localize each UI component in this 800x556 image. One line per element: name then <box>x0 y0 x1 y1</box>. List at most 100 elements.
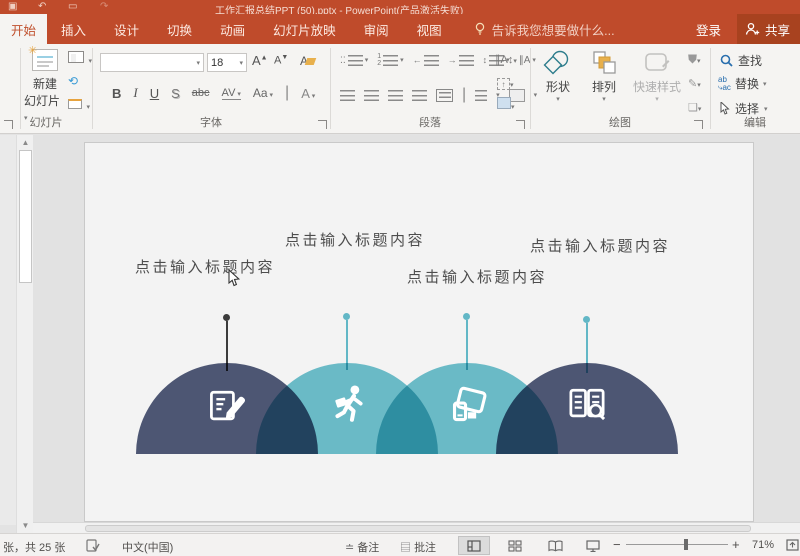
memo-pencil-icon <box>205 384 249 428</box>
horizontal-scrollbar[interactable] <box>33 522 800 533</box>
arrange-button[interactable]: 排列 ▾ <box>583 50 625 103</box>
tab-view[interactable]: 视图 <box>403 14 456 44</box>
quick-styles-button[interactable]: 快速样式 ▾ <box>630 50 684 103</box>
scrollbar-thumb[interactable] <box>19 150 32 283</box>
sign-in-button[interactable]: 登录 <box>696 20 721 39</box>
align-left-icon[interactable] <box>340 90 355 101</box>
open-book-search-icon <box>565 382 609 426</box>
grow-font-button[interactable]: A▲ <box>252 53 268 68</box>
slideshow-view-button[interactable] <box>578 536 608 555</box>
ribbon: ✳ 新建 幻灯片 ▾ ▾ ⟲ ▾ 幻灯片 ▾ 18▾ A▲ A▼ A B I U… <box>0 44 800 134</box>
share-button[interactable]: 共享 <box>737 14 800 44</box>
italic-button[interactable]: I <box>133 85 137 101</box>
paragraph-group-label: 段落 <box>330 114 530 130</box>
title-text-4[interactable]: 点击输入标题内容 <box>530 235 670 256</box>
align-center-icon[interactable] <box>364 90 379 101</box>
stem-dot-2 <box>343 313 350 320</box>
title-bar: ▣ ↶ ▭ ↷ 工作汇报总结PPT (50).pptx - PowerPoint… <box>0 0 800 14</box>
tab-review[interactable]: 审阅 <box>350 14 403 44</box>
align-options-icon[interactable]: ↑▾ <box>497 74 514 92</box>
lightbulb-icon <box>474 22 486 36</box>
spell-check-icon[interactable] <box>86 539 100 552</box>
replace-button[interactable]: ab⤷ac 替换 ▾ <box>718 75 766 92</box>
section-button[interactable]: ▾ <box>68 96 90 114</box>
convert-smartart-icon[interactable]: ▾ <box>497 96 515 114</box>
tab-design[interactable]: 设计 <box>100 14 153 44</box>
title-text-3[interactable]: 点击输入标题内容 <box>407 266 547 287</box>
new-slide-button[interactable]: ✳ 新建 幻灯片 ▾ <box>24 49 66 123</box>
slide-sorter-view-button[interactable] <box>500 536 530 555</box>
reading-view-button[interactable] <box>540 536 571 555</box>
slide-counter[interactable]: 张，共 25 张 <box>3 539 65 555</box>
slideshow-icon[interactable]: ▭ <box>68 1 77 12</box>
tell-me-box[interactable]: 告诉我您想要做什么... <box>474 14 615 44</box>
zoom-percentage[interactable]: 71% <box>752 539 774 551</box>
justify-icon[interactable] <box>412 90 427 101</box>
find-button[interactable]: 查找 <box>720 52 762 69</box>
slideshow-view-icon <box>586 540 600 552</box>
scroll-up-icon[interactable]: ▲ <box>19 136 32 149</box>
font-color-button[interactable]: A ▾ <box>301 86 315 101</box>
zoom-out-button[interactable]: − <box>613 537 621 552</box>
status-bar: 张，共 25 张 中文(中国) ≐ 备注 ▤ 批注 <box>0 533 800 556</box>
replace-icon: ab⤷ac <box>718 76 731 92</box>
horizontal-scrollbar-thumb[interactable] <box>85 525 751 532</box>
paragraph-dialog-launcher-icon[interactable] <box>516 120 525 129</box>
drawing-dialog-launcher-icon[interactable] <box>694 120 703 129</box>
title-text-2[interactable]: 点击输入标题内容 <box>285 229 425 250</box>
clear-formatting-button[interactable]: A <box>300 52 315 70</box>
shape-outline-icon[interactable]: ✎▾ <box>688 74 701 92</box>
scroll-down-icon[interactable]: ▼ <box>19 519 32 532</box>
numbering-icon[interactable]: 12▾ <box>377 53 403 67</box>
font-size-combobox[interactable]: 18▾ <box>207 53 247 72</box>
new-slide-label-1: 新建 <box>33 75 57 92</box>
arrange-icon <box>590 50 618 76</box>
mouse-cursor-icon <box>227 269 241 287</box>
tab-animations[interactable]: 动画 <box>206 14 259 44</box>
bold-button[interactable]: B <box>112 86 121 101</box>
align-right-icon[interactable] <box>388 90 403 101</box>
align-text-icon[interactable] <box>475 90 487 101</box>
share-person-icon <box>745 22 760 36</box>
find-icon <box>720 54 733 67</box>
reset-slide-button[interactable]: ⟲ <box>68 72 78 90</box>
normal-view-button[interactable] <box>458 536 490 555</box>
comments-icon: ▤ <box>400 542 411 554</box>
title-text-1[interactable]: 点击输入标题内容 <box>135 256 275 277</box>
text-direction-icon[interactable]: ∥A▾ <box>519 55 536 66</box>
font-dialog-launcher-icon[interactable] <box>318 120 327 129</box>
tab-home[interactable]: 开始 <box>0 14 47 44</box>
tab-slideshow[interactable]: 幻灯片放映 <box>259 14 350 44</box>
undo-icon[interactable]: ↶ <box>38 1 46 12</box>
layout-button[interactable]: ▾ <box>68 50 92 68</box>
zoom-slider-track[interactable] <box>626 544 728 545</box>
tab-insert[interactable]: 插入 <box>47 14 100 44</box>
slide-canvas[interactable]: 点击输入标题内容 点击输入标题内容 点击输入标题内容 点击输入标题内容 <box>84 142 754 522</box>
columns-icon[interactable] <box>436 89 453 102</box>
character-spacing-button[interactable]: AV ▾ <box>222 87 241 100</box>
text-shadow-button[interactable]: S <box>171 86 180 101</box>
change-case-button[interactable]: Aa ▾ <box>253 86 273 100</box>
slide-sorter-icon <box>508 540 522 552</box>
decrease-indent-icon[interactable]: ← <box>413 55 439 66</box>
shapes-button[interactable]: 形状 ▾ <box>537 50 579 103</box>
font-name-combobox[interactable]: ▾ <box>100 53 204 72</box>
shrink-font-button[interactable]: A▼ <box>274 54 288 67</box>
slide-thumbnail-pane[interactable] <box>0 135 16 525</box>
tab-transitions[interactable]: 切换 <box>153 14 206 44</box>
notes-button[interactable]: ≐ 备注 <box>345 539 379 555</box>
shape-fill-icon[interactable]: ⛊▾ <box>688 50 701 68</box>
save-icon[interactable]: ▣ <box>8 1 17 12</box>
strikethrough-button[interactable]: abc <box>192 87 210 99</box>
thumbnail-scrollbar[interactable]: ▲ ▼ <box>16 135 33 533</box>
bullets-icon[interactable]: ⁚⁚▾ <box>340 55 368 66</box>
fit-to-window-icon[interactable] <box>786 539 799 551</box>
zoom-slider-handle[interactable] <box>684 539 688 550</box>
comments-button[interactable]: ▤ 批注 <box>400 539 436 555</box>
redo-icon[interactable]: ↷ <box>100 1 108 12</box>
vertical-align-icon[interactable]: ∥A↕▾ <box>495 50 517 68</box>
underline-button[interactable]: U <box>150 86 159 101</box>
zoom-in-button[interactable]: + <box>732 537 740 552</box>
language-indicator[interactable]: 中文(中国) <box>122 539 173 555</box>
increase-indent-icon[interactable]: → <box>448 55 474 66</box>
